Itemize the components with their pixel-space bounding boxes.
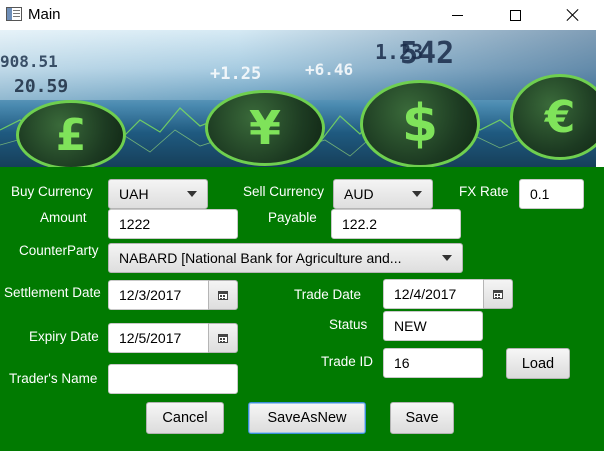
expiry-date-calendar-button[interactable] <box>208 323 238 353</box>
save-as-new-button[interactable]: SaveAsNew <box>248 402 366 434</box>
calendar-icon <box>493 289 503 299</box>
chevron-down-icon <box>442 255 452 261</box>
trade-id-input[interactable]: 16 <box>383 348 483 378</box>
close-icon <box>566 8 580 22</box>
window-title: Main <box>28 6 61 23</box>
amount-input[interactable]: 1222 <box>108 209 238 239</box>
traders-name-label: Trader's Name <box>9 371 98 386</box>
settlement-date-calendar-button[interactable] <box>208 280 238 310</box>
chevron-down-icon <box>187 191 197 197</box>
title-bar: Main <box>0 0 604 30</box>
app-window-icon <box>6 7 22 21</box>
fx-rate-label: FX Rate <box>459 184 509 199</box>
settlement-date-picker[interactable]: 12/3/2017 <box>108 280 238 310</box>
currency-banner-image: 908.51 20.59 +1.25 +6.46 1.23 542 £ ¥ $ … <box>0 30 596 167</box>
trade-form: Buy Currency UAH Sell Currency AUD FX Ra… <box>0 167 604 451</box>
fx-rate-input[interactable]: 0.1 <box>519 179 584 209</box>
banner-number: 542 <box>400 36 455 71</box>
payable-input[interactable]: 122.2 <box>331 209 461 239</box>
banner-number: 908.51 <box>0 52 58 71</box>
dollar-coin-icon: $ <box>360 80 480 167</box>
banner-number: +1.25 <box>210 64 262 84</box>
calendar-icon <box>218 290 228 300</box>
yen-coin-icon: ¥ <box>205 90 325 166</box>
trade-date-picker[interactable]: 12/4/2017 <box>383 279 513 309</box>
banner-number: +6.46 <box>305 60 354 79</box>
amount-label: Amount <box>40 210 87 225</box>
chevron-down-icon <box>412 191 422 197</box>
settlement-date-input[interactable]: 12/3/2017 <box>108 280 208 310</box>
sell-currency-select[interactable]: AUD <box>333 179 433 209</box>
trade-id-label: Trade ID <box>321 354 374 369</box>
close-button[interactable] <box>550 0 596 30</box>
calendar-icon <box>218 333 228 343</box>
buy-currency-label: Buy Currency <box>11 184 93 199</box>
maximize-icon <box>509 9 521 21</box>
main-window: Main 908.51 20.59 +1.25 +6.46 1.23 542 £… <box>0 0 604 451</box>
status-label: Status <box>329 317 368 332</box>
expiry-date-picker[interactable]: 12/5/2017 <box>108 323 238 353</box>
pound-coin-icon: £ <box>16 100 126 167</box>
settlement-date-label: Settlement Date <box>4 285 101 300</box>
counterparty-select[interactable]: NABARD [National Bank for Agriculture an… <box>108 243 463 273</box>
save-button[interactable]: Save <box>390 402 454 434</box>
traders-name-input[interactable] <box>108 364 238 394</box>
counterparty-label: CounterParty <box>19 243 99 258</box>
payable-label: Payable <box>268 210 317 225</box>
cancel-button[interactable]: Cancel <box>146 402 224 434</box>
status-input[interactable]: NEW <box>383 311 483 341</box>
maximize-button[interactable] <box>492 0 538 30</box>
trade-date-calendar-button[interactable] <box>483 279 513 309</box>
minimize-icon <box>451 14 463 16</box>
load-button[interactable]: Load <box>506 348 570 379</box>
buy-currency-select[interactable]: UAH <box>108 179 208 209</box>
trade-date-input[interactable]: 12/4/2017 <box>383 279 483 309</box>
trade-date-label: Trade Date <box>294 287 362 302</box>
minimize-button[interactable] <box>434 0 480 30</box>
sell-currency-label: Sell Currency <box>243 184 325 199</box>
expiry-date-label: Expiry Date <box>29 329 99 344</box>
expiry-date-input[interactable]: 12/5/2017 <box>108 323 208 353</box>
